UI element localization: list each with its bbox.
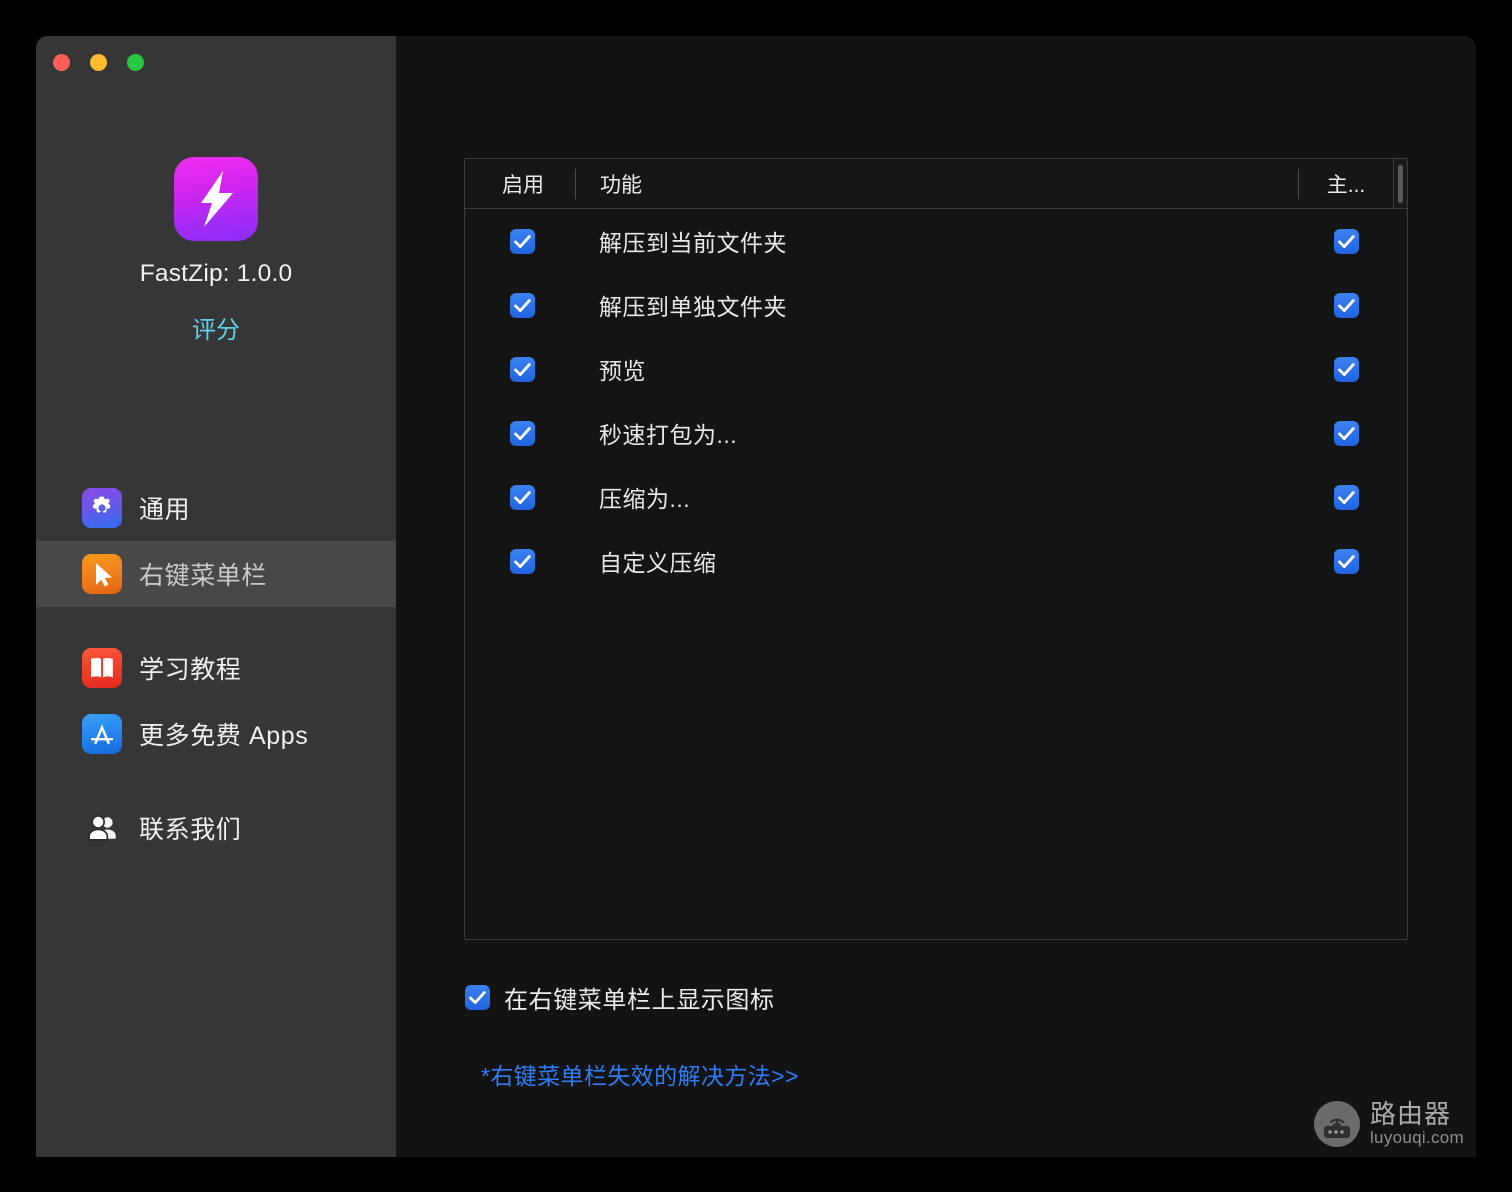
- rate-app-link[interactable]: 评分: [192, 310, 240, 345]
- cell-enable: [465, 420, 575, 446]
- table-row[interactable]: 解压到单独文件夹: [465, 273, 1407, 337]
- people-icon: [82, 808, 122, 848]
- gear-icon: [82, 488, 122, 528]
- feature-name: 自定义压缩: [599, 550, 717, 576]
- main-checkbox[interactable]: [1333, 356, 1359, 382]
- feature-name: 解压到单独文件夹: [599, 294, 787, 320]
- main-checkbox[interactable]: [1333, 484, 1359, 510]
- app-store-icon: [82, 714, 122, 754]
- enable-checkbox[interactable]: [509, 484, 535, 510]
- cell-main: [1299, 292, 1393, 318]
- sidebar-item-label: 联系我们: [139, 816, 242, 844]
- sidebar-item-label: 更多免费 Apps: [139, 722, 309, 750]
- sidebar-item-more-apps[interactable]: 更多免费 Apps: [36, 701, 396, 767]
- context-menu-help-link[interactable]: *右键菜单栏失效的解决方法>>: [481, 1057, 799, 1091]
- sidebar-nav: 通用 右键菜单栏 学习教程 更多免费 Apps 联系我们: [36, 475, 396, 861]
- table-row[interactable]: 自定义压缩: [465, 529, 1407, 593]
- enable-checkbox[interactable]: [509, 228, 535, 254]
- enable-checkbox[interactable]: [509, 356, 535, 382]
- sidebar-item-label: 学习教程: [139, 656, 242, 684]
- enable-checkbox[interactable]: [509, 548, 535, 574]
- feature-name: 秒速打包为...: [599, 422, 738, 448]
- column-header-function[interactable]: 功能: [576, 169, 1298, 199]
- sidebar-item-context-menu[interactable]: 右键菜单栏: [36, 541, 396, 607]
- app-window: FastZip: 1.0.0 评分 通用 右键菜单栏 学习教程 更多免费 App…: [36, 36, 1476, 1157]
- minimize-window-button[interactable]: [90, 54, 107, 71]
- table-body: 解压到当前文件夹 解压到单独文件夹 预览 秒速打包为... 压缩为... 自定义…: [465, 209, 1407, 593]
- sidebar-divider-space: [36, 607, 396, 635]
- app-identity-block: FastZip: 1.0.0 评分: [36, 157, 396, 345]
- cell-main: [1299, 484, 1393, 510]
- features-table: 启用 功能 主... 解压到当前文件夹 解压到单独文件夹 预览 秒速打包为...…: [464, 158, 1408, 940]
- table-vertical-scrollbar[interactable]: [1393, 159, 1407, 208]
- table-row[interactable]: 秒速打包为...: [465, 401, 1407, 465]
- table-header-row: 启用 功能 主...: [465, 159, 1407, 209]
- watermark-text: 路由器 luyouqi.com: [1370, 1101, 1464, 1146]
- watermark-cn: 路由器: [1369, 1099, 1451, 1130]
- cell-main: [1299, 356, 1393, 382]
- traffic-lights: [53, 54, 144, 71]
- feature-name: 压缩为...: [599, 486, 691, 512]
- cell-enable: [465, 484, 575, 510]
- show-icon-option[interactable]: 在右键菜单栏上显示图标: [465, 980, 775, 1015]
- sidebar-item-contact[interactable]: 联系我们: [36, 795, 396, 861]
- watermark: 路由器 luyouqi.com: [1313, 1101, 1464, 1147]
- show-icon-checkbox[interactable]: [465, 985, 490, 1010]
- enable-checkbox[interactable]: [509, 292, 535, 318]
- main-checkbox[interactable]: [1333, 292, 1359, 318]
- column-header-enable[interactable]: 启用: [465, 169, 575, 199]
- sidebar: FastZip: 1.0.0 评分 通用 右键菜单栏 学习教程 更多免费 App…: [36, 36, 396, 1157]
- cell-enable: [465, 548, 575, 574]
- table-row[interactable]: 压缩为...: [465, 465, 1407, 529]
- maximize-window-button[interactable]: [127, 54, 144, 71]
- table-row[interactable]: 解压到当前文件夹: [465, 209, 1407, 273]
- table-row[interactable]: 预览: [465, 337, 1407, 401]
- main-panel: 启用 功能 主... 解压到当前文件夹 解压到单独文件夹 预览 秒速打包为...…: [396, 36, 1476, 1157]
- book-icon: [82, 648, 122, 688]
- cursor-arrow-icon: [82, 554, 122, 594]
- cell-enable: [465, 292, 575, 318]
- watermark-en: luyouqi.com: [1369, 1127, 1464, 1147]
- feature-name: 解压到当前文件夹: [599, 230, 787, 256]
- main-checkbox[interactable]: [1333, 420, 1359, 446]
- sidebar-item-general[interactable]: 通用: [36, 475, 396, 541]
- feature-name: 预览: [599, 358, 646, 384]
- fastzip-app-icon: [174, 157, 258, 241]
- show-icon-label: 在右键菜单栏上显示图标: [504, 987, 775, 1014]
- cell-enable: [465, 228, 575, 254]
- cell-main: [1299, 420, 1393, 446]
- enable-checkbox[interactable]: [509, 420, 535, 446]
- main-checkbox[interactable]: [1333, 228, 1359, 254]
- app-version-title: FastZip: 1.0.0: [139, 260, 293, 287]
- main-checkbox[interactable]: [1333, 548, 1359, 574]
- sidebar-item-label: 右键菜单栏: [139, 562, 268, 590]
- router-icon: [1313, 1101, 1360, 1147]
- cell-main: [1299, 228, 1393, 254]
- cell-enable: [465, 356, 575, 382]
- sidebar-item-tutorial[interactable]: 学习教程: [36, 635, 396, 701]
- column-header-main[interactable]: 主...: [1299, 169, 1393, 199]
- sidebar-divider-space-2: [36, 767, 396, 795]
- close-window-button[interactable]: [53, 54, 70, 71]
- cell-main: [1299, 548, 1393, 574]
- sidebar-item-label: 通用: [139, 496, 191, 524]
